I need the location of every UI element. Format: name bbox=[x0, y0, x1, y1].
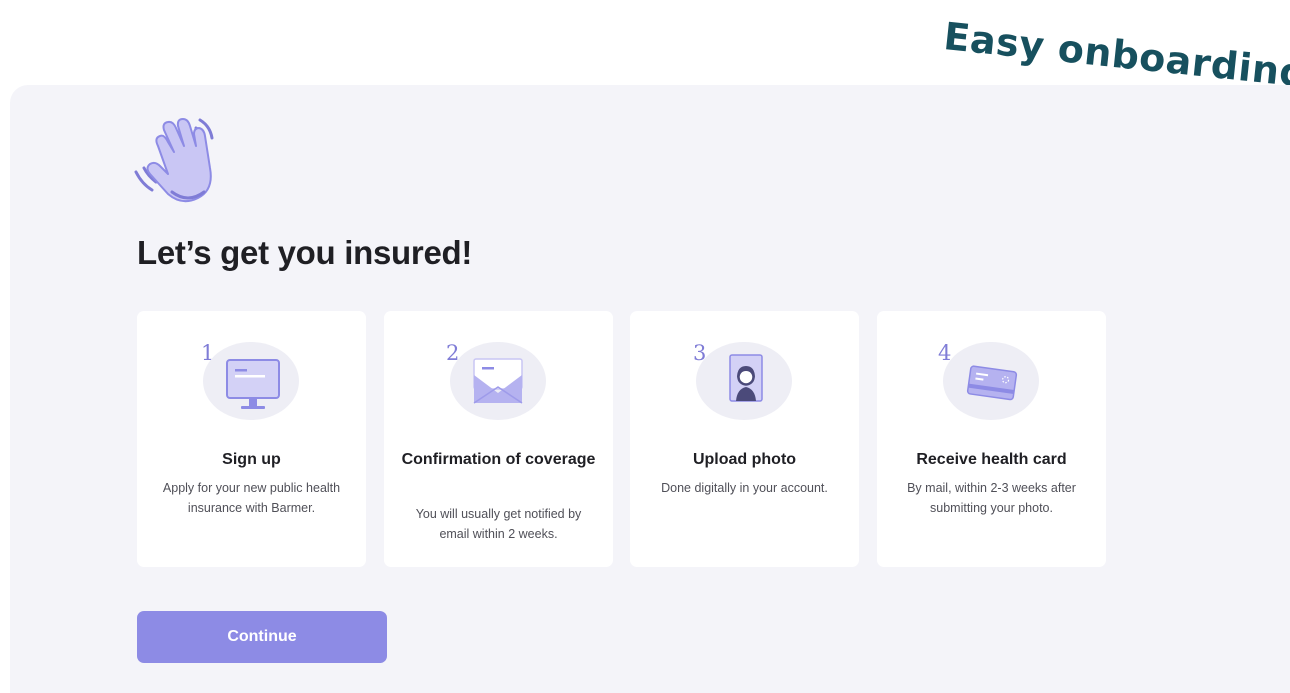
monitor-icon bbox=[226, 359, 280, 409]
step-card-sign-up: 1 Sign up Apply for your new public heal… bbox=[137, 311, 366, 567]
step-card-confirmation: 2 Confirmation of coverage You will usua… bbox=[384, 311, 613, 567]
step-title: Confirmation of coverage bbox=[401, 451, 596, 468]
step-card-health-card: 4 Receive health card By mail, within 2-… bbox=[877, 311, 1106, 567]
continue-button[interactable]: Continue bbox=[137, 611, 387, 663]
step-description: Apply for your new public health insuran… bbox=[162, 481, 341, 515]
photo-id-icon bbox=[729, 354, 763, 402]
page-title: Let’s get you insured! bbox=[137, 234, 473, 271]
step-description: You will usually get notified by email w… bbox=[415, 507, 582, 541]
easy-onboarding-annotation: Easy onboarding bbox=[941, 14, 1290, 97]
step-title: Upload photo bbox=[692, 451, 797, 468]
step-card-upload-photo: 3 Upload photo Done digitally in your ac… bbox=[630, 311, 859, 567]
step-title: Sign up bbox=[222, 451, 281, 468]
step-description: Done digitally in your account. bbox=[661, 481, 828, 495]
step-title: Receive health card bbox=[916, 451, 1067, 468]
envelope-icon bbox=[473, 358, 523, 404]
health-card-icon bbox=[966, 365, 1018, 401]
waving-hand-icon bbox=[134, 118, 214, 203]
step-description: By mail, within 2-3 weeks after submitti… bbox=[907, 481, 1076, 515]
